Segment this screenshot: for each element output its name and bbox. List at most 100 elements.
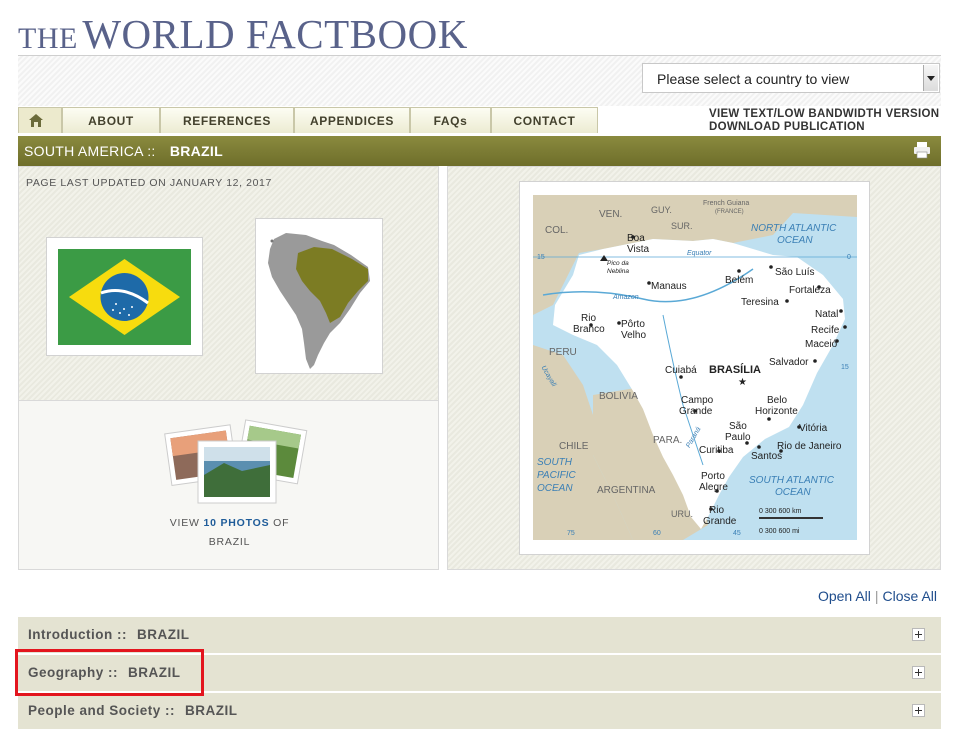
- map-label-fortaleza: Fortaleza: [789, 285, 831, 296]
- plus-icon[interactable]: [912, 628, 925, 641]
- map-label-rio1: Rio: [581, 313, 596, 324]
- last-updated: PAGE LAST UPDATED ON JANUARY 12, 2017: [26, 177, 272, 189]
- map-label-peru: PERU: [549, 347, 577, 358]
- section-title-country: BRAZIL: [136, 627, 190, 642]
- chevron-down-icon[interactable]: [923, 65, 938, 91]
- map-label-porto2: Velho: [621, 330, 646, 341]
- map-label-rio2: Branco: [573, 324, 605, 335]
- map-label-chile: CHILE: [559, 441, 589, 452]
- map-label-porto1: Pôrto: [621, 319, 645, 330]
- map-label-teresina: Teresina: [741, 297, 779, 308]
- site-logo[interactable]: THE WORLD FACTBOOK: [18, 10, 468, 58]
- highlight-box: [15, 649, 204, 696]
- plus-icon[interactable]: [912, 704, 925, 717]
- logo-main: WORLD FACTBOOK: [82, 11, 468, 57]
- map-label-n15b: 15: [537, 254, 545, 261]
- map-label-sao1: SOUTH ATLANTIC: [749, 475, 835, 486]
- view-photos-count: 10 PHOTOS: [203, 517, 270, 529]
- map-label-riojan: Rio de Janeiro: [777, 441, 842, 452]
- map-label-natal: Natal: [815, 309, 838, 320]
- map-label-boa1: Boa: [627, 233, 645, 244]
- map-label-salvador: Salvador: [769, 357, 809, 368]
- section-introduction[interactable]: Introduction :: BRAZIL: [18, 616, 941, 653]
- map-label-spo1: SOUTH: [537, 457, 573, 468]
- open-all-link[interactable]: Open All: [818, 588, 871, 604]
- map-label-n60: 60: [653, 530, 661, 537]
- logo-the: THE: [18, 22, 78, 55]
- map-label-guy: GUY.: [651, 205, 672, 215]
- view-photos-link[interactable]: VIEW 10 PHOTOS OF BRAZIL: [19, 514, 440, 552]
- flag-image: [58, 249, 191, 345]
- plus-icon[interactable]: [912, 666, 925, 679]
- divider: |: [874, 588, 879, 604]
- map-label-curitiba: Curitiba: [699, 445, 734, 456]
- country-map-panel: VEN. GUY. SUR. French Guiana (FRANCE) CO…: [447, 166, 941, 570]
- breadcrumb-country: BRAZIL: [169, 143, 223, 159]
- map-label-para: PARA.: [653, 435, 682, 446]
- alt-links: VIEW TEXT/LOW BANDWIDTH VERSION DOWNLOAD…: [709, 108, 939, 134]
- map-label-maceio: Maceió: [805, 339, 838, 350]
- map-label-nao2: OCEAN: [777, 235, 813, 246]
- section-title-label: People and Society ::: [28, 703, 176, 718]
- map-scale-mi: 0 300 600 mi: [759, 528, 800, 535]
- flag-card[interactable]: [46, 237, 203, 356]
- map-label-vitoria: Vitória: [799, 423, 828, 434]
- map-label-nao1: NORTH ATLANTIC: [751, 223, 837, 234]
- map-label-rg2: Grande: [703, 516, 737, 527]
- home-icon: [29, 114, 43, 127]
- view-photos-country: BRAZIL: [208, 536, 251, 548]
- locator-map-image: [268, 233, 370, 369]
- map-label-pa2: Alegre: [699, 482, 728, 493]
- map-label-col: COL.: [545, 225, 568, 236]
- country-map-card[interactable]: VEN. GUY. SUR. French Guiana (FRANCE) CO…: [519, 181, 870, 555]
- map-scale-km: 0 300 600 km: [759, 508, 802, 515]
- map-label-fg1: French Guiana: [703, 200, 749, 207]
- map-label-pico1: Pico da: [607, 260, 629, 267]
- map-label-uru: URU.: [671, 509, 693, 519]
- tab-about[interactable]: ABOUT: [62, 107, 160, 133]
- country-select-value: Please select a country to view: [657, 71, 850, 87]
- section-title-country: BRAZIL: [185, 703, 238, 718]
- tab-appendices[interactable]: APPENDICES: [294, 107, 410, 133]
- breadcrumb-bar: SOUTH AMERICA :: BRAZIL: [18, 136, 941, 166]
- map-label-n45: 45: [733, 530, 741, 537]
- tab-references[interactable]: REFERENCES: [160, 107, 294, 133]
- view-photos-view: VIEW: [169, 517, 200, 529]
- map-label-fg2: (FRANCE): [715, 209, 744, 215]
- map-label-argentina: ARGENTINA: [597, 485, 656, 496]
- close-all-link[interactable]: Close All: [883, 588, 937, 604]
- map-label-bolivia: BOLIVIA: [599, 391, 638, 402]
- tab-home[interactable]: [18, 107, 62, 133]
- section-people-and-society[interactable]: People and Society :: BRAZIL: [18, 692, 941, 729]
- download-publication-link[interactable]: DOWNLOAD PUBLICATION: [709, 121, 939, 134]
- breadcrumb-region[interactable]: SOUTH AMERICA ::: [24, 143, 156, 159]
- map-label-cuiaba: Cuiabá: [665, 365, 697, 376]
- printer-icon[interactable]: [913, 141, 931, 159]
- map-label-n15: 15: [841, 364, 849, 371]
- section-title-label: Introduction ::: [28, 627, 127, 642]
- tab-faqs[interactable]: FAQs: [410, 107, 491, 133]
- text-version-link[interactable]: VIEW TEXT/LOW BANDWIDTH VERSION: [709, 108, 939, 121]
- photos-panel[interactable]: VIEW 10 PHOTOS OF BRAZIL: [18, 401, 439, 570]
- map-label-equator: Equator: [687, 250, 712, 257]
- photos-icon: [164, 419, 308, 504]
- section-title: Introduction :: BRAZIL: [28, 627, 189, 642]
- map-label-recife: Recife: [811, 325, 840, 336]
- country-overview-panel: PAGE LAST UPDATED ON JANUARY 12, 2017: [18, 166, 439, 401]
- map-label-spo2: PACIFIC: [537, 470, 576, 481]
- map-label-campo1: Campo: [681, 395, 714, 406]
- locator-map-card[interactable]: [255, 218, 383, 374]
- map-label-pa1: Porto: [701, 471, 725, 482]
- map-label-sur: SUR.: [671, 221, 693, 231]
- map-label-belo2: Horizonte: [755, 406, 798, 417]
- country-select[interactable]: Please select a country to view: [642, 63, 940, 93]
- map-label-boa2: Vista: [627, 244, 649, 255]
- expand-controls: Open All | Close All: [818, 588, 937, 604]
- map-label-sao2: OCEAN: [775, 487, 811, 498]
- map-label-n0: 0: [847, 254, 851, 261]
- tab-contact[interactable]: CONTACT: [491, 107, 598, 133]
- map-label-santos: Santos: [751, 451, 782, 462]
- map-label-n75: 75: [567, 530, 575, 537]
- map-label-ven: VEN.: [599, 209, 622, 220]
- map-label-belo1: Belo: [767, 395, 787, 406]
